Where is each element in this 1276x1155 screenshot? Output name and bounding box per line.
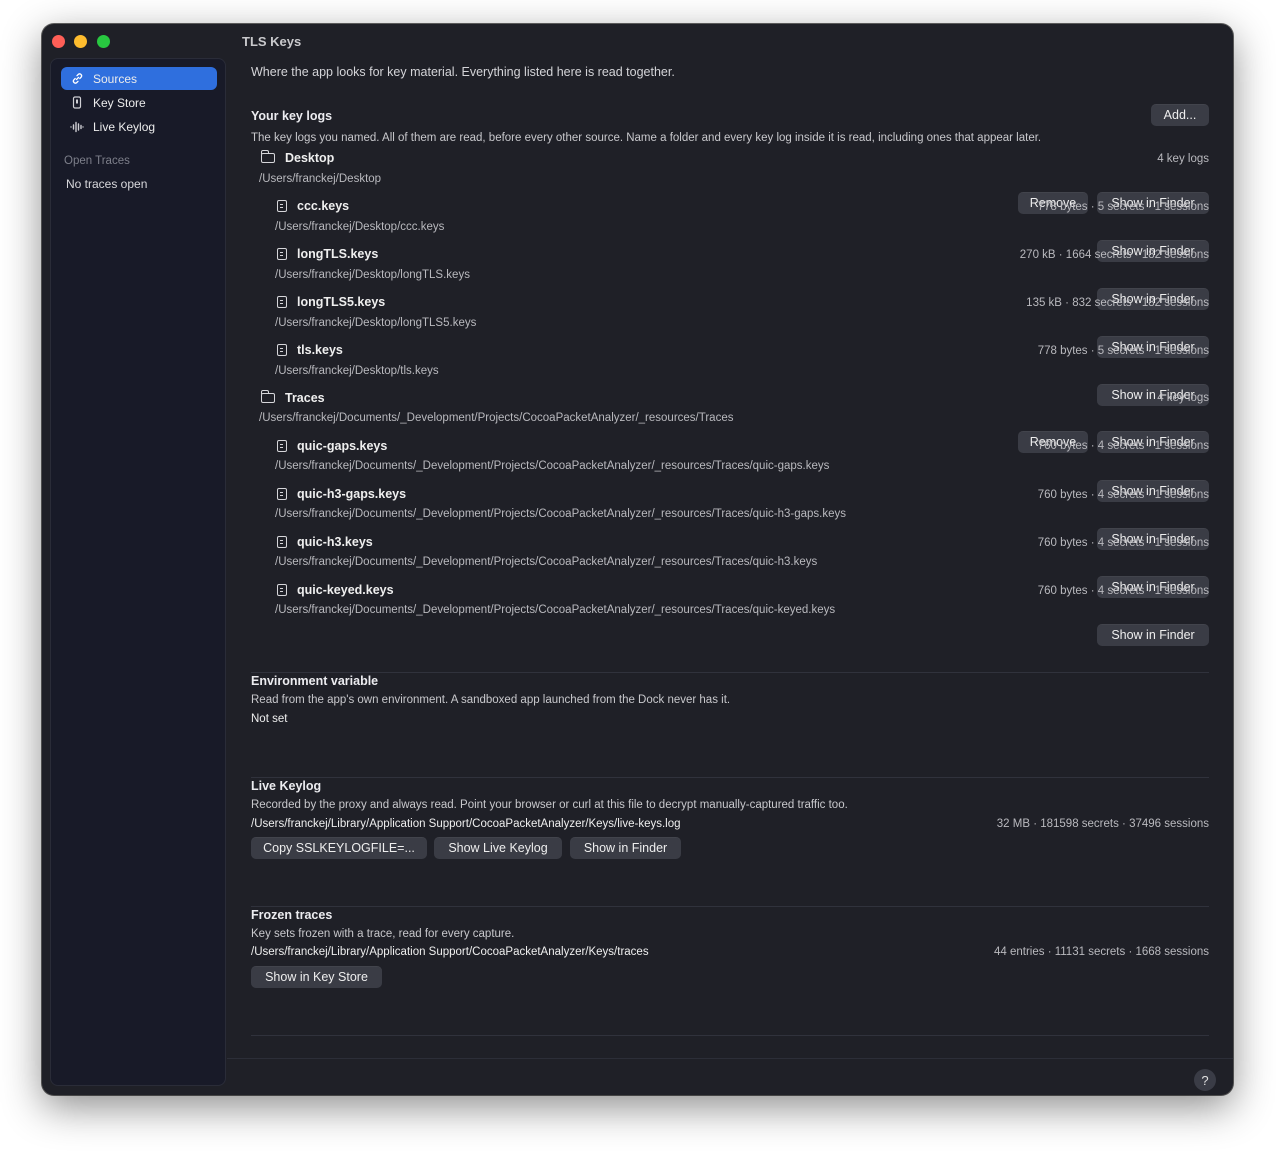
document-icon xyxy=(277,296,287,308)
folder-icon xyxy=(261,150,275,163)
app-window: TLS Keys Sources Key Store Live Keylog O… xyxy=(42,24,1233,1095)
folder-row-name: Traces xyxy=(261,390,325,405)
intro-text: Where the app looks for key material. Ev… xyxy=(251,65,675,79)
folder-count: 4 key logs xyxy=(1157,153,1209,165)
file-meta: 270 kB · 1664 secrets · 182 sessions xyxy=(1019,249,1209,261)
keystore-icon xyxy=(69,96,85,109)
frozen-traces-path: /Users/franckej/Library/Application Supp… xyxy=(251,946,649,958)
file-path: /Users/franckej/Documents/_Development/P… xyxy=(275,508,846,520)
file-path: /Users/franckej/Desktop/longTLS5.keys xyxy=(275,317,477,329)
show-in-key-store-button[interactable]: Show in Key Store xyxy=(251,966,382,988)
waveform-icon xyxy=(69,121,85,133)
document-icon xyxy=(277,200,287,212)
file-path: /Users/franckej/Desktop/ccc.keys xyxy=(275,221,445,233)
document-icon xyxy=(277,584,287,596)
link-icon xyxy=(69,72,85,85)
file-path: /Users/franckej/Documents/_Development/P… xyxy=(275,460,830,472)
footer-bar: ? xyxy=(227,1058,1233,1095)
folder-icon xyxy=(261,390,275,403)
sidebar-item-label: Sources xyxy=(93,71,138,86)
file-row-name: quic-gaps.keys xyxy=(277,439,387,453)
document-icon xyxy=(277,440,287,452)
live-keylog-path: /Users/franckej/Library/Application Supp… xyxy=(251,818,681,830)
sidebar: Sources Key Store Live Keylog Open Trace… xyxy=(50,58,226,1086)
show-live-keylog-button[interactable]: Show Live Keylog xyxy=(434,837,562,859)
main-content: Where the app looks for key material. Ev… xyxy=(227,58,1233,1095)
add-key-log-button[interactable]: Add... xyxy=(1151,104,1209,126)
section-divider xyxy=(251,906,1209,907)
section-divider xyxy=(251,1035,1209,1036)
file-meta: 760 bytes · 4 secrets · 1 sessions xyxy=(1037,489,1209,501)
file-meta: 760 bytes · 4 secrets · 1 sessions xyxy=(1037,585,1209,597)
key-logs-description: The key logs you named. All of them are … xyxy=(251,132,1042,144)
file-row-name: ccc.keys xyxy=(277,199,349,213)
live-keylog-description: Recorded by the proxy and always read. P… xyxy=(251,799,848,811)
help-button[interactable]: ? xyxy=(1194,1069,1216,1091)
sidebar-item-live-keylog[interactable]: Live Keylog xyxy=(61,115,217,138)
file-row-name: longTLS5.keys xyxy=(277,295,385,309)
folder-row-name: Desktop xyxy=(261,150,334,165)
document-icon xyxy=(277,488,287,500)
file-row-name: tls.keys xyxy=(277,343,343,357)
file-row-name: quic-keyed.keys xyxy=(277,583,394,597)
sidebar-item-label: Key Store xyxy=(93,95,146,110)
file-meta: 135 kB · 832 secrets · 182 sessions xyxy=(1026,297,1209,309)
file-row-name: quic-h3-gaps.keys xyxy=(277,487,406,501)
folder-count: 4 key logs xyxy=(1157,392,1209,404)
file-path: /Users/franckej/Desktop/longTLS.keys xyxy=(275,269,470,281)
file-row-name: quic-h3.keys xyxy=(277,535,373,549)
env-value: Not set xyxy=(251,713,288,725)
live-keylog-title: Live Keylog xyxy=(251,779,322,793)
file-meta: 778 bytes · 5 secrets · 1 sessions xyxy=(1037,201,1209,213)
document-icon xyxy=(277,344,287,356)
file-row-name: longTLS.keys xyxy=(277,247,378,261)
file-path: /Users/franckej/Desktop/tls.keys xyxy=(275,365,439,377)
show-in-finder-button[interactable]: Show in Finder xyxy=(1097,624,1209,646)
show-in-finder-button[interactable]: Show in Finder xyxy=(570,837,681,859)
document-icon xyxy=(277,536,287,548)
key-logs-title: Your key logs xyxy=(251,109,333,123)
open-traces-header: Open Traces xyxy=(64,155,130,167)
document-icon xyxy=(277,248,287,260)
folder-path: /Users/franckej/Documents/_Development/P… xyxy=(259,412,734,424)
sidebar-item-label: Live Keylog xyxy=(93,119,156,134)
env-description: Read from the app's own environment. A s… xyxy=(251,694,731,706)
frozen-traces-title: Frozen traces xyxy=(251,908,333,922)
frozen-traces-meta: 44 entries · 11131 secrets · 1668 sessio… xyxy=(994,946,1209,958)
file-meta: 778 bytes · 5 secrets · 1 sessions xyxy=(1037,345,1209,357)
minimize-window-button[interactable] xyxy=(74,35,87,48)
zoom-window-button[interactable] xyxy=(97,35,110,48)
sidebar-item-sources[interactable]: Sources xyxy=(61,67,217,90)
window-title: TLS Keys xyxy=(242,34,302,49)
sidebar-item-key-store[interactable]: Key Store xyxy=(61,91,217,114)
folder-path: /Users/franckej/Desktop xyxy=(259,173,382,185)
close-window-button[interactable] xyxy=(52,35,65,48)
file-path: /Users/franckej/Documents/_Development/P… xyxy=(275,556,818,568)
section-divider xyxy=(251,777,1209,778)
frozen-traces-description: Key sets frozen with a trace, read for e… xyxy=(251,928,515,940)
live-keylog-meta: 32 MB · 181598 secrets · 37496 sessions xyxy=(996,818,1209,830)
section-divider xyxy=(251,672,1209,673)
copy-sslkeylogfile-button[interactable]: Copy SSLKEYLOGFILE=... xyxy=(251,837,427,859)
file-meta: 760 bytes · 4 secrets · 1 sessions xyxy=(1037,537,1209,549)
no-traces-label: No traces open xyxy=(66,177,148,191)
file-meta: 760 bytes · 4 secrets · 1 sessions xyxy=(1037,440,1209,452)
file-path: /Users/franckej/Documents/_Development/P… xyxy=(275,604,836,616)
env-title: Environment variable xyxy=(251,674,379,688)
